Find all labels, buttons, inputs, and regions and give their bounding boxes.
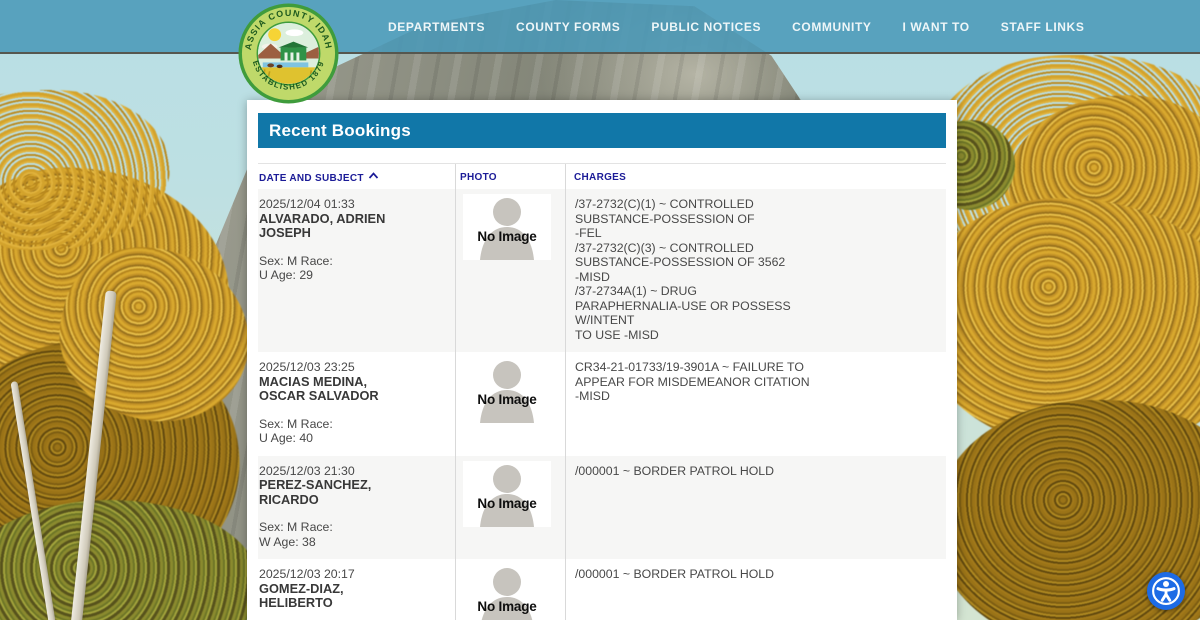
charges-text: /000001 ~ BORDER PATROL HOLD <box>575 463 774 478</box>
main-menu: DEPARTMENTS COUNTY FORMS PUBLIC NOTICES … <box>388 0 1084 54</box>
photo-cell: No Image <box>455 559 565 620</box>
accessibility-icon <box>1152 577 1180 605</box>
column-header-label: DATE AND SUBJECT <box>259 173 364 184</box>
no-image-label: No Image <box>477 495 537 511</box>
photo-cell: No Image <box>455 352 565 456</box>
charges-text: CR34-21-01733/19-3901A ~ FAILURE TO APPEA… <box>575 360 810 403</box>
page-title: Recent Bookings <box>269 121 411 140</box>
top-navigation-bar: DEPARTMENTS COUNTY FORMS PUBLIC NOTICES … <box>0 0 1200 54</box>
nav-item-departments[interactable]: DEPARTMENTS <box>388 20 485 34</box>
booking-row: 2025/12/03 21:30 PEREZ-SANCHEZ, RICARDO … <box>258 455 946 560</box>
column-header-charges[interactable]: CHARGES <box>565 164 946 189</box>
booking-datetime: 2025/12/03 23:25 <box>259 360 355 374</box>
column-header-photo[interactable]: PHOTO <box>455 164 565 189</box>
no-image-label: No Image <box>477 599 537 614</box>
booking-datetime: 2025/12/03 20:17 <box>259 567 355 581</box>
no-image-placeholder: No Image <box>463 564 551 620</box>
charges-cell: /000001 ~ BORDER PATROL HOLD <box>565 559 946 620</box>
date-subject-cell: 2025/12/04 01:33 ALVARADO, ADRIEN JOSEPH… <box>258 189 455 352</box>
booking-demographics: Sex: M Race: U Age: 29 <box>259 253 333 283</box>
date-subject-cell: 2025/12/03 20:17 GOMEZ-DIAZ, HELIBERTO S… <box>258 559 455 620</box>
nav-item-community[interactable]: COMMUNITY <box>792 20 871 34</box>
page-title-bar: Recent Bookings <box>258 113 946 148</box>
date-subject-cell: 2025/12/03 23:25 MACIAS MEDINA, OSCAR SA… <box>258 352 455 456</box>
county-seal-logo[interactable]: CASSIA COUNTY IDAHO ESTABLISHED 1879 <box>233 0 340 105</box>
no-image-placeholder: No Image <box>463 357 551 423</box>
booking-demographics: Sex: M Race: U Age: 40 <box>259 416 333 446</box>
booking-row: 2025/12/03 23:25 MACIAS MEDINA, OSCAR SA… <box>258 352 946 456</box>
charges-cell: /000001 ~ BORDER PATROL HOLD <box>565 455 946 559</box>
booking-name: MACIAS MEDINA, OSCAR SALVADOR <box>259 373 379 403</box>
bookings-table: DATE AND SUBJECT PHOTO CHARGES 2025/12/0… <box>258 163 946 620</box>
booking-name: ALVARADO, ADRIEN JOSEPH <box>259 210 386 240</box>
booking-row: 2025/12/04 01:33 ALVARADO, ADRIEN JOSEPH… <box>258 189 946 352</box>
no-image-placeholder: No Image <box>463 194 551 260</box>
booking-datetime: 2025/12/04 01:33 <box>259 197 355 211</box>
nav-item-county-forms[interactable]: COUNTY FORMS <box>516 20 620 34</box>
charges-text: /37-2732(C)(1) ~ CONTROLLED SUBSTANCE-POS… <box>575 197 791 342</box>
no-image-placeholder: No Image <box>463 460 551 527</box>
person-silhouette-icon <box>480 464 534 527</box>
charges-cell: CR34-21-01733/19-3901A ~ FAILURE TO APPEA… <box>565 352 946 456</box>
content-panel: Recent Bookings DATE AND SUBJECT PHOTO C… <box>247 100 957 620</box>
person-silhouette-icon <box>480 198 534 260</box>
charges-cell: /37-2732(C)(1) ~ CONTROLLED SUBSTANCE-POS… <box>565 189 946 352</box>
booking-datetime: 2025/12/03 21:30 <box>259 463 355 478</box>
no-image-label: No Image <box>477 229 537 244</box>
nav-item-public-notices[interactable]: PUBLIC NOTICES <box>651 20 761 34</box>
no-image-label: No Image <box>477 392 537 407</box>
table-header-row: DATE AND SUBJECT PHOTO CHARGES <box>258 164 946 189</box>
seal-graphic: CASSIA COUNTY IDAHO ESTABLISHED 1879 <box>233 0 339 104</box>
nav-item-i-want-to[interactable]: I WANT TO <box>903 20 970 34</box>
booking-demographics: Sex: M Race: W Age: 38 <box>259 520 333 549</box>
photo-cell: No Image <box>455 455 565 559</box>
sort-ascending-icon[interactable] <box>368 172 379 180</box>
booking-row: 2025/12/03 20:17 GOMEZ-DIAZ, HELIBERTO S… <box>258 559 946 620</box>
booking-name: PEREZ-SANCHEZ, RICARDO <box>259 477 372 507</box>
photo-cell: No Image <box>455 189 565 352</box>
nav-item-staff-links[interactable]: STAFF LINKS <box>1001 20 1085 34</box>
booking-name: GOMEZ-DIAZ, HELIBERTO <box>259 580 344 610</box>
accessibility-widget-button[interactable] <box>1147 572 1185 610</box>
column-header-date-subject[interactable]: DATE AND SUBJECT <box>258 164 455 189</box>
date-subject-cell: 2025/12/03 21:30 PEREZ-SANCHEZ, RICARDO … <box>258 456 455 560</box>
charges-text: /000001 ~ BORDER PATROL HOLD <box>575 567 774 581</box>
person-silhouette-icon <box>480 361 534 423</box>
